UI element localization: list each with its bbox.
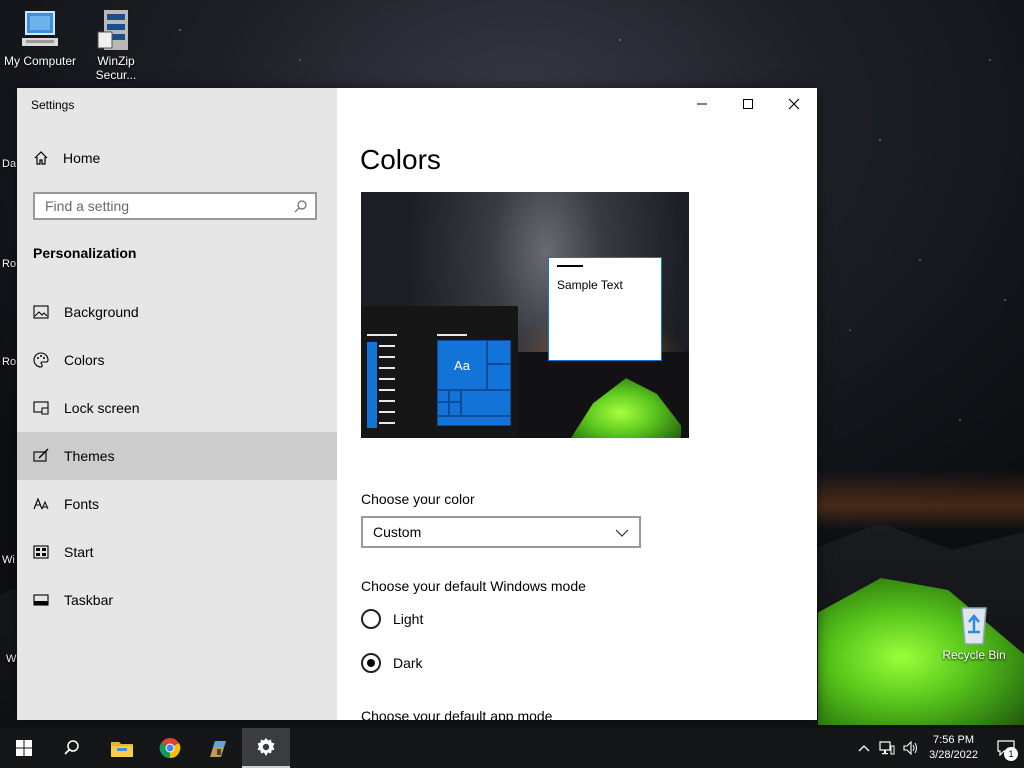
windows-logo-icon bbox=[16, 740, 32, 756]
winzip-button[interactable] bbox=[194, 728, 242, 768]
clock[interactable]: 7:56 PM 3/28/2022 bbox=[929, 733, 978, 763]
color-dropdown[interactable]: Custom bbox=[361, 516, 641, 548]
color-dropdown-value: Custom bbox=[373, 524, 422, 540]
search-icon bbox=[64, 740, 79, 755]
radio-label: Dark bbox=[393, 655, 423, 671]
clock-date: 3/28/2022 bbox=[929, 749, 978, 761]
radio-circle-checked[interactable] bbox=[361, 653, 381, 673]
chevron-up-icon[interactable] bbox=[853, 744, 875, 752]
minimize-icon[interactable] bbox=[679, 88, 725, 120]
file-explorer-button[interactable] bbox=[98, 728, 146, 768]
sidebar-item-label: Colors bbox=[64, 352, 105, 368]
desktop-icon-label: Recycle Bin bbox=[942, 648, 1006, 662]
recycle-bin-icon bbox=[952, 602, 996, 646]
settings-content: Colors Aa Sample Text Choose your color … bbox=[337, 88, 817, 720]
sidebar-item-label: Themes bbox=[64, 448, 115, 464]
sidebar-item-label: Lock screen bbox=[64, 400, 140, 416]
home-label: Home bbox=[63, 150, 101, 166]
file-explorer-icon bbox=[111, 742, 133, 757]
desktop-icon-my-computer[interactable]: My Computer bbox=[0, 8, 80, 68]
settings-window: Settings Home Personalization Background bbox=[17, 88, 817, 720]
desktop-icon-recycle-bin[interactable]: Recycle Bin bbox=[934, 602, 1014, 662]
sidebar-item-themes[interactable]: Themes bbox=[17, 432, 337, 480]
desktop-edge-label: Ro bbox=[2, 356, 17, 368]
winzip-icon bbox=[210, 741, 226, 757]
windows-mode-label: Choose your default Windows mode bbox=[361, 578, 586, 594]
desktop-edge-label: W bbox=[6, 653, 17, 665]
network-icon[interactable] bbox=[875, 741, 899, 755]
settings-sidebar: Settings Home Personalization Background bbox=[17, 88, 337, 720]
sidebar-item-label: Taskbar bbox=[64, 592, 114, 608]
sidebar-item-label: Start bbox=[64, 544, 94, 560]
choose-color-label: Choose your color bbox=[361, 491, 475, 507]
radio-circle[interactable] bbox=[361, 609, 381, 629]
radio-label: Light bbox=[393, 611, 424, 627]
clock-time: 7:56 PM bbox=[933, 734, 975, 746]
start-button[interactable] bbox=[0, 728, 48, 768]
home-icon bbox=[34, 151, 48, 165]
desktop-edge-label: Da bbox=[2, 158, 17, 170]
taskbar-icon bbox=[33, 592, 49, 608]
sidebar-item-colors[interactable]: Colors bbox=[17, 336, 337, 384]
chrome-button[interactable] bbox=[146, 728, 194, 768]
window-title: Settings bbox=[31, 98, 75, 112]
chrome-icon bbox=[159, 738, 181, 759]
sidebar-item-label: Fonts bbox=[64, 496, 100, 512]
search-input[interactable] bbox=[35, 194, 287, 218]
sidebar-item-fonts[interactable]: Fonts bbox=[17, 480, 337, 528]
radio-dark[interactable]: Dark bbox=[361, 653, 423, 673]
themes-icon bbox=[33, 448, 49, 464]
sidebar-item-taskbar[interactable]: Taskbar bbox=[17, 576, 337, 624]
home-nav-item[interactable]: Home bbox=[33, 150, 100, 166]
notification-badge: 1 bbox=[1004, 747, 1018, 761]
app-mode-label: Choose your default app mode bbox=[361, 708, 553, 720]
lock-screen-icon bbox=[33, 400, 49, 416]
maximize-icon[interactable] bbox=[725, 88, 771, 120]
fonts-icon bbox=[33, 496, 49, 512]
close-icon[interactable] bbox=[771, 88, 817, 120]
desktop-icon-label: WinZip Secur... bbox=[95, 54, 137, 82]
my-computer-icon bbox=[18, 8, 62, 52]
palette-icon bbox=[33, 352, 49, 368]
desktop-icon-winzip[interactable]: WinZip Secur... bbox=[76, 8, 156, 82]
desktop-icon-label: My Computer bbox=[3, 54, 77, 68]
settings-icon bbox=[257, 738, 275, 756]
color-preview: Aa Sample Text bbox=[361, 192, 689, 438]
volume-icon[interactable] bbox=[899, 741, 923, 755]
desktop-edge-label: Wi bbox=[2, 554, 15, 566]
chevron-down-icon bbox=[615, 524, 629, 540]
search-icon[interactable] bbox=[287, 199, 315, 213]
preview-sample-window: Sample Text bbox=[548, 257, 662, 361]
sidebar-item-lock-screen[interactable]: Lock screen bbox=[17, 384, 337, 432]
sidebar-item-start[interactable]: Start bbox=[17, 528, 337, 576]
section-title: Personalization bbox=[33, 245, 137, 261]
desktop-edge-label: Ro bbox=[2, 258, 17, 270]
radio-light[interactable]: Light bbox=[361, 609, 423, 629]
preview-start-menu: Aa bbox=[361, 306, 518, 438]
start-icon bbox=[33, 544, 49, 560]
page-title: Colors bbox=[360, 144, 441, 175]
search-button[interactable] bbox=[48, 728, 96, 768]
system-tray: 7:56 PM 3/28/2022 1 bbox=[853, 728, 1024, 768]
taskbar: 7:56 PM 3/28/2022 1 bbox=[0, 728, 1024, 768]
preview-tile: Aa bbox=[437, 340, 487, 390]
wallpaper-horizon bbox=[800, 470, 1024, 530]
winzip-icon bbox=[94, 8, 138, 52]
settings-taskbar-button[interactable] bbox=[242, 728, 290, 768]
search-box[interactable] bbox=[33, 192, 317, 220]
image-icon bbox=[33, 304, 49, 320]
sidebar-item-background[interactable]: Background bbox=[17, 288, 337, 336]
notification-button[interactable]: 1 bbox=[988, 728, 1024, 768]
sample-text: Sample Text bbox=[557, 278, 623, 292]
sidebar-item-label: Background bbox=[64, 304, 139, 320]
